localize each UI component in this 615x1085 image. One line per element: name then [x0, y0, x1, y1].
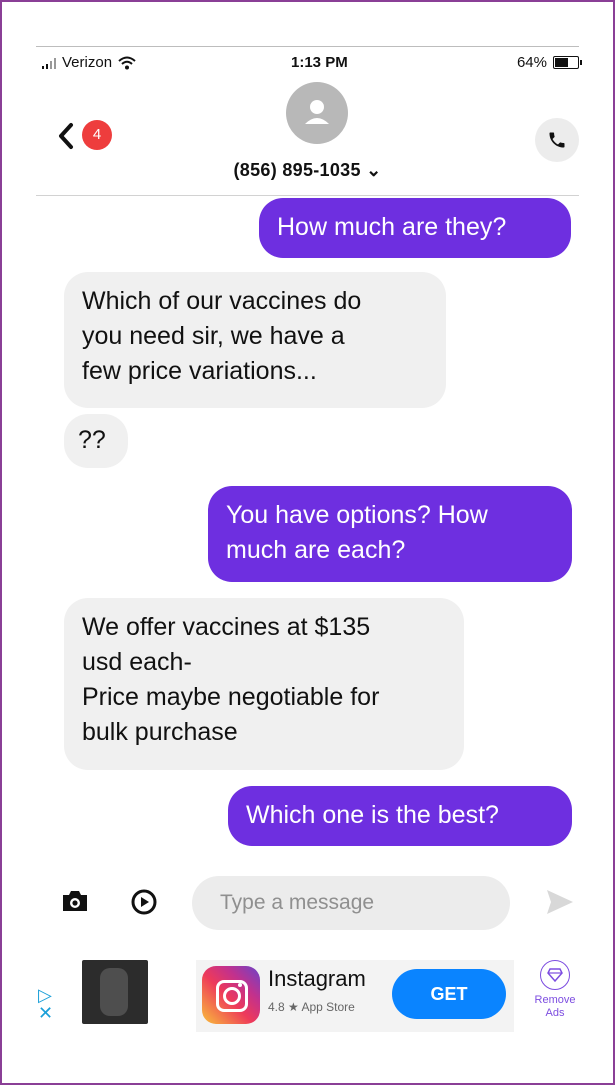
message-line: Which one is the best? [246, 801, 499, 829]
message-bubble-outgoing: You have options? How much are each? [208, 486, 572, 582]
conversation-header: 4 (856) 895-1035 ⌄ [36, 76, 579, 196]
message-bubble-incoming: Which of our vaccines do you need sir, w… [64, 272, 446, 408]
gif-sticker-icon[interactable] [130, 888, 158, 916]
camera-icon[interactable] [60, 888, 90, 914]
diamond-icon [540, 960, 570, 990]
ad-app-card[interactable]: Instagram 4.8 ★ App Store GET [196, 960, 514, 1032]
message-bubble-incoming: We offer vaccines at $135 usd each- Pric… [64, 598, 464, 770]
chevron-left-icon [59, 123, 73, 149]
carrier-group: Verizon [42, 54, 136, 71]
phone-icon [549, 132, 565, 148]
message-line: you need sir, we have a [82, 322, 345, 350]
message-line: much are each? [226, 536, 406, 564]
ad-banner[interactable]: ▷ ✕ Instagram 4.8 ★ App Store GET Remove … [36, 948, 579, 1048]
message-line: We offer vaccines at $135 [82, 613, 371, 641]
status-time: 1:13 PM [291, 54, 348, 71]
send-icon[interactable] [545, 888, 575, 916]
message-bubble-outgoing: How much are they? [259, 198, 571, 258]
status-bar: Verizon 1:13 PM 64% [42, 52, 582, 76]
ad-app-rating: 4.8 ★ App Store [268, 1000, 355, 1014]
back-button[interactable]: 4 [58, 120, 118, 152]
instagram-logo-icon [202, 966, 260, 1024]
message-composer: Type a message [36, 868, 579, 938]
remove-ads-button[interactable]: Remove Ads [531, 960, 579, 1020]
battery-group: 64% [516, 54, 582, 71]
message-line: Price maybe negotiable for [82, 683, 380, 711]
carrier-label: Verizon [62, 54, 113, 71]
call-button[interactable] [535, 118, 579, 162]
message-line: usd each- [82, 648, 192, 676]
message-bubble-incoming: ?? [64, 414, 128, 468]
unread-badge: 4 [82, 120, 112, 150]
get-button[interactable]: GET [392, 969, 506, 1019]
screenshot-frame: Verizon 1:13 PM 64% 4 (856) 895-1035 ⌄ H… [0, 0, 615, 1085]
top-rule [36, 46, 579, 47]
ad-thumbnail[interactable] [82, 960, 148, 1024]
contact-avatar[interactable] [286, 82, 348, 144]
header-divider [36, 195, 579, 196]
signal-icon [42, 57, 56, 69]
message-line: How much are they? [277, 213, 507, 241]
message-input-placeholder: Type a message [220, 891, 375, 914]
message-bubble-outgoing: Which one is the best? [228, 786, 572, 846]
message-line: bulk purchase [82, 718, 238, 746]
message-input[interactable]: Type a message [192, 876, 510, 930]
message-line: ?? [78, 426, 106, 454]
adchoices-icon[interactable]: ▷ ✕ [38, 986, 53, 1022]
ad-app-name: Instagram [268, 966, 366, 991]
person-icon [305, 100, 329, 124]
message-line: You have options? How [226, 501, 488, 529]
battery-icon [553, 56, 582, 69]
message-line: Which of our vaccines do [82, 287, 362, 315]
remove-ads-line: Remove [534, 994, 576, 1006]
remove-ads-line: Ads [545, 1007, 565, 1019]
contact-number[interactable]: (856) 895-1035 ⌄ [36, 160, 579, 181]
battery-percent: 64% [516, 54, 547, 71]
wifi-icon [118, 56, 136, 69]
message-line: few price variations... [82, 357, 317, 385]
